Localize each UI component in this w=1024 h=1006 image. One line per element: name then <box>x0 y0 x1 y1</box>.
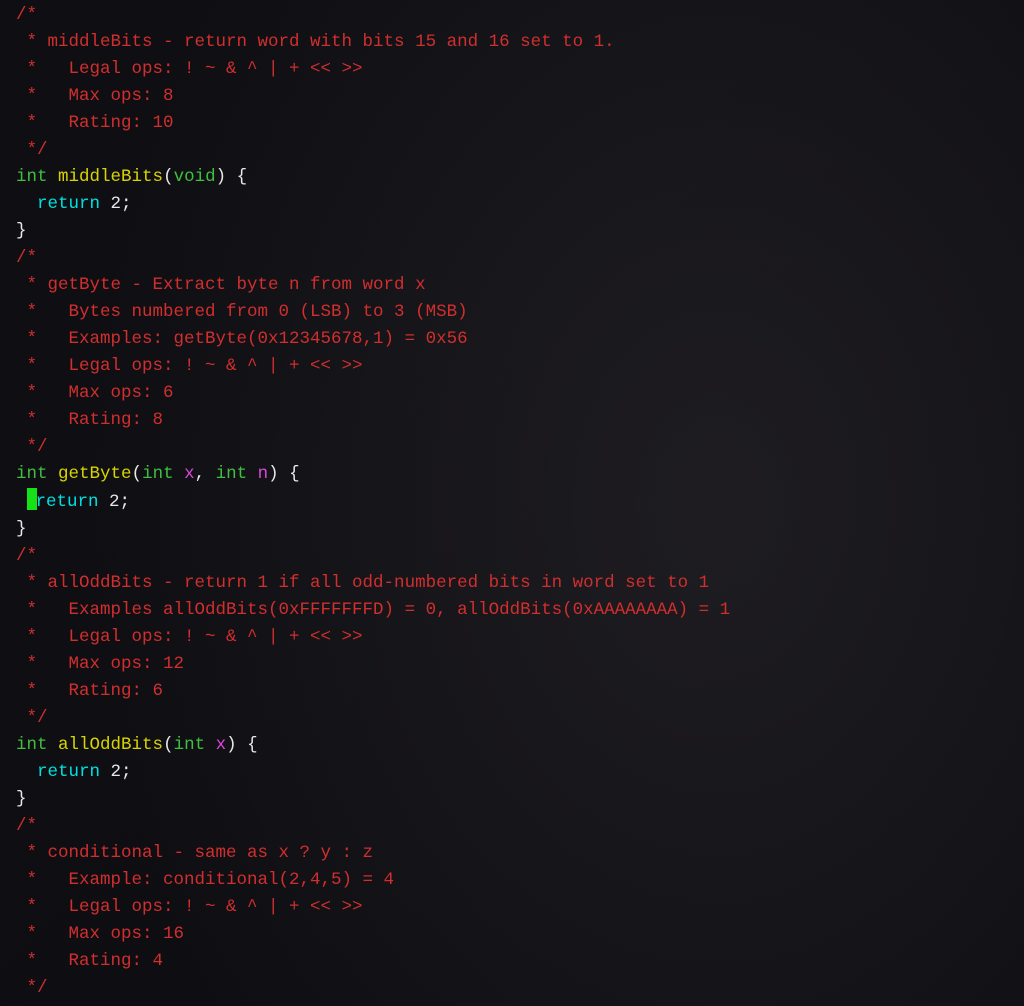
paren: ( <box>163 735 174 755</box>
comment-line: /* <box>16 248 37 268</box>
number-literal: 2 <box>99 492 120 512</box>
code-editor-viewport[interactable]: /* * middleBits - return word with bits … <box>0 0 1024 1006</box>
function-name: getByte <box>58 464 132 484</box>
return-keyword: return <box>36 492 99 512</box>
function-name: allOddBits <box>58 735 163 755</box>
paren-brace: ) { <box>226 735 258 755</box>
arg-name: n <box>258 464 269 484</box>
comment-line: * Rating: 8 <box>16 410 163 430</box>
comment-line: /* <box>16 816 37 836</box>
semicolon: ; <box>121 762 132 782</box>
comma: , <box>195 464 216 484</box>
paren: ( <box>132 464 143 484</box>
return-keyword: return <box>37 194 100 214</box>
comment-line: * conditional - same as x ? y : z <box>16 843 373 863</box>
arg-name: x <box>184 464 195 484</box>
number-literal: 2 <box>100 194 121 214</box>
comment-line: * Max ops: 12 <box>16 654 184 674</box>
semicolon: ; <box>121 194 132 214</box>
type-keyword: int <box>16 464 48 484</box>
type-keyword: int <box>16 735 48 755</box>
close-brace: } <box>16 519 27 539</box>
semicolon: ; <box>120 492 131 512</box>
comment-line: * Example: conditional(2,4,5) = 4 <box>16 870 394 890</box>
comment-line: * Legal ops: ! ~ & ^ | + << >> <box>16 356 363 376</box>
type-keyword: int <box>16 167 48 187</box>
comment-line: * Legal ops: ! ~ & ^ | + << >> <box>16 627 363 647</box>
paren-brace: ) { <box>268 464 300 484</box>
comment-line: * getByte - Extract byte n from word x <box>16 275 426 295</box>
comment-line: */ <box>16 437 48 457</box>
close-brace: } <box>16 221 27 241</box>
comment-line: * Max ops: 8 <box>16 86 174 106</box>
comment-line: /* <box>16 546 37 566</box>
return-keyword: return <box>37 762 100 782</box>
comment-line: * Legal ops: ! ~ & ^ | + << >> <box>16 59 363 79</box>
type-keyword: int <box>174 735 206 755</box>
comment-line: * Bytes numbered from 0 (LSB) to 3 (MSB) <box>16 302 468 322</box>
comment-line: * Max ops: 6 <box>16 383 174 403</box>
type-keyword: int <box>216 464 248 484</box>
type-keyword: int <box>142 464 174 484</box>
comment-line: * allOddBits - return 1 if all odd-numbe… <box>16 573 709 593</box>
comment-line: * middleBits - return word with bits 15 … <box>16 32 615 52</box>
comment-line: */ <box>16 140 48 160</box>
comment-line: * Legal ops: ! ~ & ^ | + << >> <box>16 897 363 917</box>
comment-line: /* <box>16 5 37 25</box>
comment-line: * Examples allOddBits(0xFFFFFFFD) = 0, a… <box>16 600 730 620</box>
comment-line: * Max ops: 16 <box>16 924 184 944</box>
function-name: middleBits <box>58 167 163 187</box>
arg-name: x <box>216 735 227 755</box>
number-literal: 2 <box>100 762 121 782</box>
comment-line: */ <box>16 978 48 998</box>
close-brace: } <box>16 789 27 809</box>
comment-line: * Rating: 10 <box>16 113 174 133</box>
type-keyword: void <box>174 167 216 187</box>
comment-line: * Rating: 6 <box>16 681 163 701</box>
comment-line: * Rating: 4 <box>16 951 163 971</box>
comment-line: */ <box>16 708 48 728</box>
paren-brace: ) { <box>216 167 248 187</box>
comment-line: * Examples: getByte(0x12345678,1) = 0x56 <box>16 329 468 349</box>
paren: ( <box>163 167 174 187</box>
